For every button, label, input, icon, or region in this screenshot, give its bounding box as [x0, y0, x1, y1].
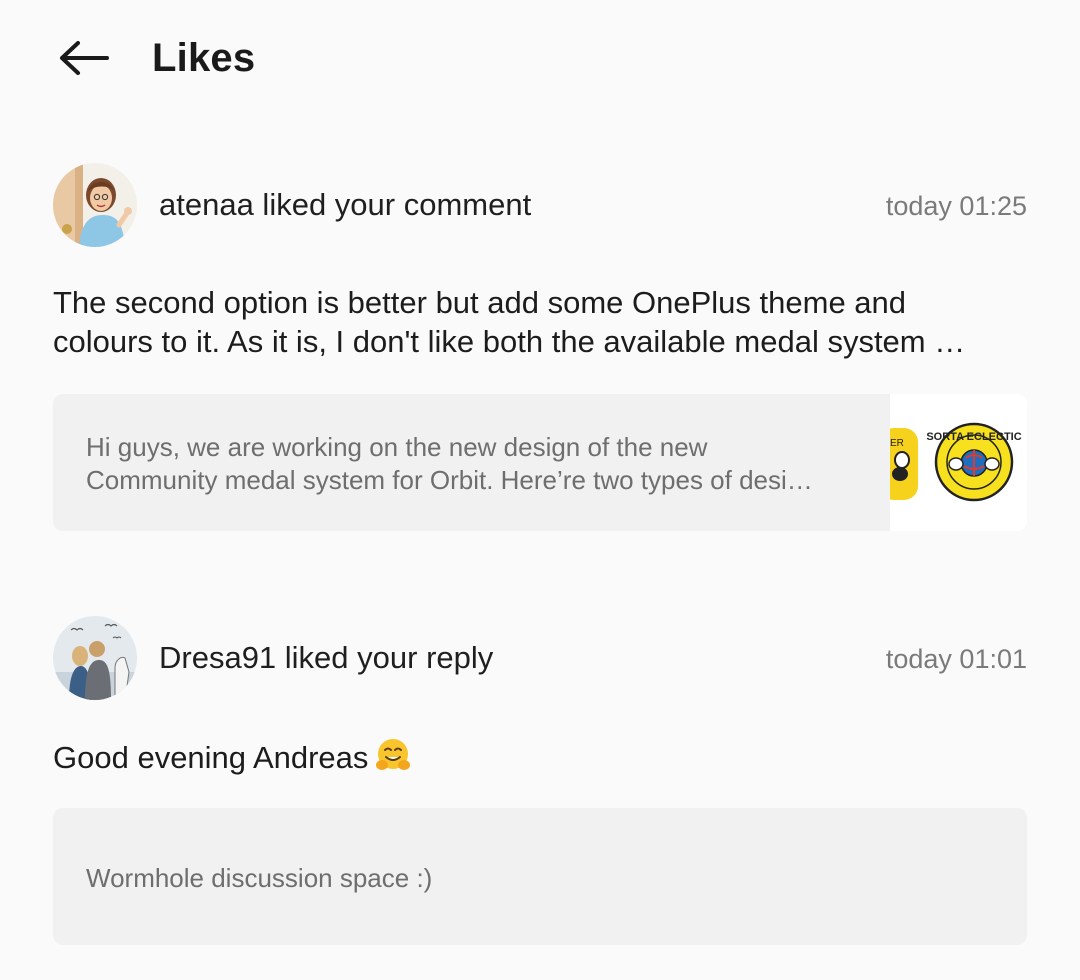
- liked-reply-text[interactable]: Good evening Andreas: [53, 736, 1028, 783]
- badge-text: SORTA ECLECTIC: [926, 431, 1021, 443]
- notification-time: today 01:25: [885, 191, 1027, 221]
- original-post-line: Hi guys, we are working on the new desig…: [86, 432, 708, 462]
- liked-reply-content: Good evening Andreas: [53, 740, 369, 775]
- notification-item[interactable]: Dresa91 liked your reply today 01:01 Goo…: [0, 614, 1080, 954]
- avatar-image: [53, 163, 137, 247]
- hugging-face-emoji-icon: [374, 736, 412, 783]
- medal-thumbnail-image: ER SORTA ECLECTIC: [880, 394, 1027, 531]
- original-post-excerpt: Hi guys, we are working on the new desig…: [86, 431, 813, 497]
- liked-comment-line: The second option is better but add some…: [53, 285, 907, 320]
- original-post-card[interactable]: Hi guys, we are working on the new desig…: [53, 394, 1027, 531]
- notification-actor-line: atenaa liked your comment: [159, 187, 532, 222]
- partial-medal-text: ER: [890, 438, 904, 449]
- original-post-line: Community medal system for Orbit. Here’r…: [86, 465, 813, 495]
- arrow-left-icon: [60, 41, 109, 75]
- notification-actor-line: Dresa91 liked your reply: [159, 640, 494, 675]
- avatar-image: [53, 616, 137, 700]
- avatar-dresa91[interactable]: [53, 616, 137, 700]
- liked-comment-text[interactable]: The second option is better but add some…: [53, 283, 1028, 361]
- original-post-excerpt: Wormhole discussion space :): [86, 863, 433, 893]
- back-button[interactable]: [50, 30, 118, 86]
- notification-time: today 01:01: [885, 644, 1027, 674]
- original-post-card[interactable]: Wormhole discussion space :): [53, 808, 1027, 945]
- avatar-atenaa[interactable]: [53, 163, 137, 247]
- post-thumbnail: ER SORTA ECLECTIC: [880, 394, 1027, 531]
- notification-item[interactable]: atenaa liked your comment today 01:25 Th…: [0, 160, 1080, 535]
- liked-comment-line: colours to it. As it is, I don't like bo…: [53, 324, 966, 359]
- top-bar: Likes: [0, 0, 1080, 118]
- page-title: Likes: [152, 36, 256, 80]
